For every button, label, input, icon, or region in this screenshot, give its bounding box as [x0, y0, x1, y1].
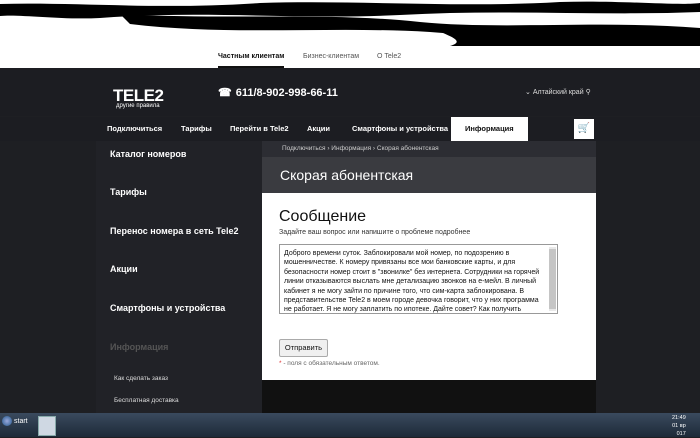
taskbar-app-icon[interactable] — [38, 416, 56, 436]
region-selector[interactable]: ⌄ Алтайский край ⚲ — [525, 88, 591, 96]
nav-tariffs[interactable]: Тарифы — [181, 117, 212, 141]
sidebar — [96, 141, 262, 413]
send-button[interactable]: Отправить — [279, 339, 328, 357]
sidebar-subitem-free-delivery[interactable]: Бесплатная доставка — [114, 397, 179, 404]
nav-connect[interactable]: Подключиться — [107, 117, 162, 141]
section-title: Сообщение — [279, 208, 367, 225]
site-header — [0, 68, 700, 116]
page-title: Скорая абонентская — [280, 167, 414, 183]
required-note: * - поля с обязательным ответом. — [279, 360, 380, 367]
start-label: start — [14, 417, 28, 425]
message-textarea[interactable]: Доброго времени суток. Заблокировали мой… — [279, 244, 558, 314]
sidebar-item-tariffs[interactable]: Тарифы — [110, 187, 147, 197]
nav-smartphones[interactable]: Смартфоны и устройства — [352, 117, 448, 141]
sidebar-item-number-catalog[interactable]: Каталог номеров — [110, 149, 186, 159]
message-hint: Задайте ваш вопрос или напишите о пробле… — [279, 229, 471, 236]
clock-time: 21:49 — [672, 415, 686, 421]
chevron-down-icon: ⌄ — [525, 89, 531, 96]
breadcrumb[interactable]: Подключиться › Информация › Скорая абоне… — [262, 141, 596, 157]
phone-icon: ☎ — [218, 87, 232, 99]
clock-date: 01 вр — [672, 423, 686, 429]
tab-about-tele2[interactable]: О Tele2 — [377, 46, 401, 68]
phone-number: ☎ 611/8-902-998-66-11 — [218, 86, 338, 99]
start-button[interactable]: start — [2, 416, 28, 426]
tab-business-clients[interactable]: Бизнес-клиентам — [303, 46, 359, 68]
taskbar-clock[interactable]: 21:49 01 вр 017 — [672, 414, 686, 438]
cart-icon[interactable]: 🛒 — [574, 119, 594, 139]
textarea-scrollbar-thumb[interactable] — [549, 249, 556, 309]
nav-information[interactable]: Информация — [451, 117, 528, 141]
taskbar — [0, 413, 700, 437]
scribble-graphic — [0, 1, 700, 46]
audience-tabs-bar: Частным клиентам Бизнес-клиентам О Tele2 — [0, 46, 700, 69]
sidebar-item-information[interactable]: Информация — [110, 342, 168, 352]
sidebar-subitem-how-to-order[interactable]: Как сделать заказ — [114, 375, 168, 382]
sidebar-item-smartphones[interactable]: Смартфоны и устройства — [110, 303, 225, 313]
sidebar-item-promotions[interactable]: Акции — [110, 264, 138, 274]
sidebar-item-number-transfer[interactable]: Перенос номера в сеть Tele2 — [110, 226, 239, 236]
main-nav — [0, 117, 700, 141]
tab-private-clients[interactable]: Частным клиентам — [218, 46, 285, 68]
nav-switch-to-tele2[interactable]: Перейти в Tele2 — [230, 117, 289, 141]
nav-promotions[interactable]: Акции — [307, 117, 330, 141]
phone-text: 611/8-902-998-66-11 — [235, 87, 338, 99]
windows-orb-icon — [2, 416, 12, 426]
location-pin-icon: ⚲ — [585, 89, 591, 96]
logo-slogan: другие правила — [116, 103, 160, 109]
dark-panel — [262, 380, 596, 413]
region-label: Алтайский край — [532, 89, 584, 96]
redacted-scribble-area — [0, 0, 700, 46]
message-text: Доброго времени суток. Заблокировали мой… — [284, 250, 540, 314]
required-note-text: - поля с обязательным ответом. — [281, 360, 380, 367]
